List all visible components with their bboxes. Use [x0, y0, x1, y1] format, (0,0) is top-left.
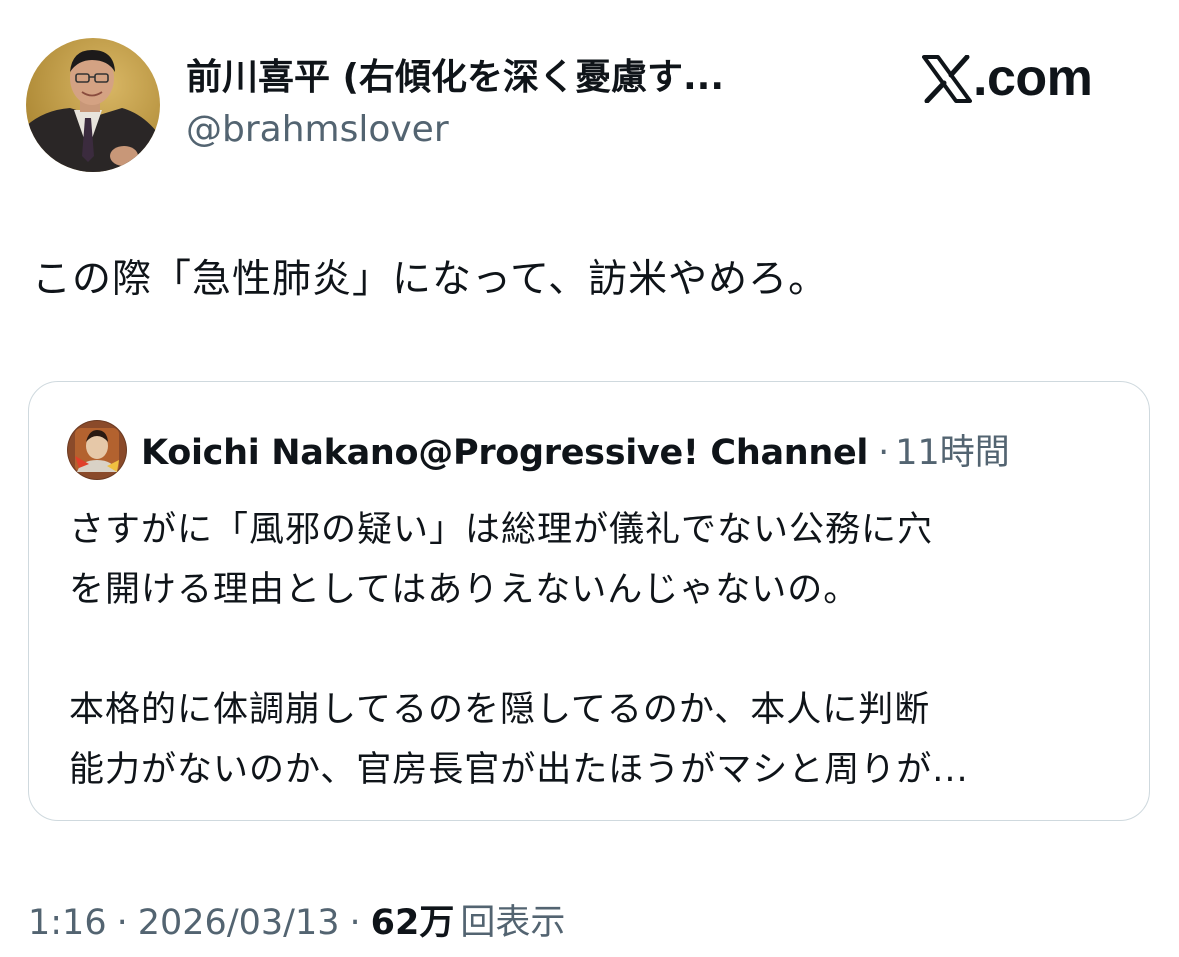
quoted-tweet[interactable]: Koichi Nakano@Progressive! Channel · 11時… [28, 381, 1150, 821]
tweet-meta: 1:16 · 2026/03/13 · 62万 回表示 [28, 894, 565, 945]
post-time[interactable]: 1:16 [28, 903, 107, 943]
meta-separator: · [116, 903, 128, 943]
brand-watermark: .com [922, 48, 1093, 108]
quoted-text-line: 能力がないのか、官房長官が出たほうがマシと周りが... [69, 750, 969, 790]
author-handle[interactable]: @brahmslover [186, 106, 449, 154]
quoted-timestamp[interactable]: 11時間 [895, 424, 1010, 475]
tweet-text: この際「急性肺炎」になって、訪米やめろ。 [32, 257, 829, 302]
portrait-avatar-icon [26, 38, 160, 172]
quoted-text: さすがに「風邪の疑い」は総理が儀礼でない公務に穴 を開ける理由としてはありえない… [69, 500, 1129, 800]
quoted-separator: · [878, 433, 890, 473]
author-name[interactable]: 前川喜平 (右傾化を深く憂慮す... [186, 54, 826, 102]
x-logo-icon [922, 55, 972, 103]
meta-separator: · [349, 903, 361, 943]
quoted-text-line: 本格的に体調崩してるのを隠してるのか、本人に判断 [69, 690, 931, 730]
quoted-text-line: を開ける理由としてはありえないんじゃないの。 [69, 570, 860, 610]
brand-text: .com [973, 49, 1093, 107]
post-date[interactable]: 2026/03/13 [138, 903, 340, 943]
quoted-author-name[interactable]: Koichi Nakano@Progressive! Channel [141, 433, 868, 473]
quoted-author-avatar[interactable] [67, 420, 127, 480]
views-label: 回表示 [460, 903, 566, 943]
author-avatar[interactable] [26, 38, 160, 172]
quoted-text-line: さすがに「風邪の疑い」は総理が儀礼でない公務に穴 [69, 510, 934, 550]
quoted-header: Koichi Nakano@Progressive! Channel · 11時… [141, 424, 1010, 475]
channel-avatar-icon [67, 420, 127, 480]
views-count[interactable]: 62万 [371, 894, 455, 945]
quoted-text-line [69, 620, 1129, 680]
